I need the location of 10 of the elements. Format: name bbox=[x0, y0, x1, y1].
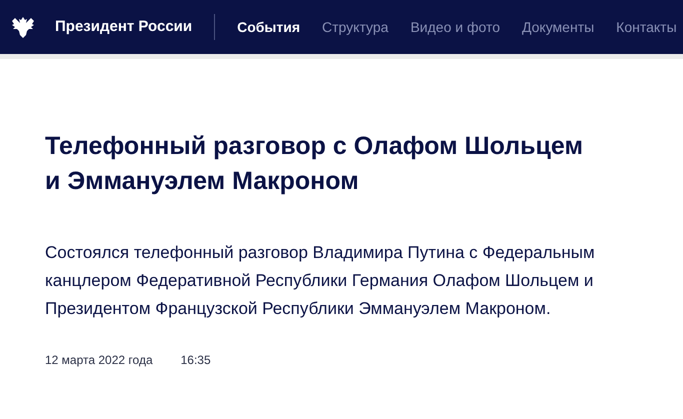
publish-time: 16:35 bbox=[180, 352, 211, 369]
nav-link[interactable]: Контакты bbox=[616, 16, 677, 38]
article-title: Телефонный разговор с Олафом Шольцем и Эммануэлем Макроном bbox=[45, 131, 584, 197]
publish-date: 12 марта 2022 года bbox=[45, 352, 153, 369]
article-lead: Состоялся телефонный разговор Владимира Путина с Федеральным канцлером Федеративной Республики Германия Олафом Шольцем и Президентом Французской Республики Эммануэлем Макроном. bbox=[45, 242, 596, 320]
nav-link[interactable]: Структура bbox=[322, 16, 388, 38]
nav-link[interactable]: Видео и фото bbox=[410, 16, 500, 38]
nav-link[interactable]: События bbox=[237, 16, 300, 38]
site-title[interactable]: Президент России bbox=[55, 16, 192, 38]
nav-link[interactable]: Документы bbox=[522, 16, 594, 38]
